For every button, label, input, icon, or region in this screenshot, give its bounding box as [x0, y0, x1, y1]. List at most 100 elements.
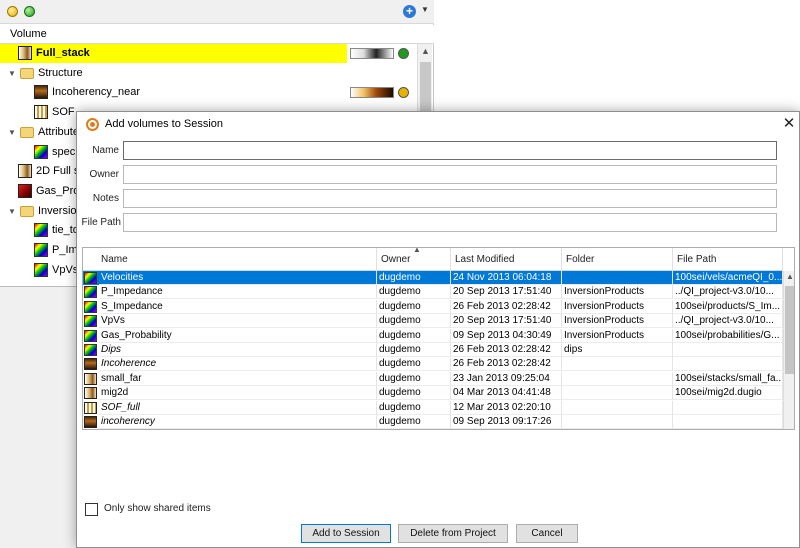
- table-row[interactable]: Gas_Probability dugdemo 09 Sep 2013 04:30:…: [83, 328, 783, 343]
- cell-name: P_Impedance: [99, 285, 377, 300]
- panel-toolbar: + ▼: [0, 0, 434, 24]
- cell-modified: 12 Mar 2013 02:20:10: [451, 400, 562, 415]
- cell-modified: 09 Sep 2013 04:30:49: [451, 328, 562, 343]
- chevron-down-icon[interactable]: ▼: [421, 5, 429, 14]
- expand-icon[interactable]: ▼: [8, 123, 16, 142]
- table-row[interactable]: S_Impedance dugdemo 26 Feb 2013 02:28:42 In…: [83, 299, 783, 314]
- tree-folder[interactable]: ▼ Structure: [0, 64, 418, 83]
- volume-stripe-icon: [34, 105, 48, 120]
- visibility-status-icon[interactable]: [398, 87, 409, 99]
- shared-only-label: Only show shared items: [104, 503, 211, 514]
- column-header[interactable]: File Path: [673, 248, 783, 271]
- tree-item[interactable]: Incoherency_near: [0, 83, 418, 102]
- table-row[interactable]: VpVs dugdemo 20 Sep 2013 17:51:40 Inversion…: [83, 314, 783, 329]
- scroll-thumb[interactable]: [785, 286, 794, 374]
- shared-only-checkbox[interactable]: [85, 503, 98, 516]
- volume-dark-icon: [34, 85, 48, 100]
- table-row[interactable]: Incoherence dugdemo 26 Feb 2013 02:28:42: [83, 357, 783, 372]
- owner-field[interactable]: [123, 165, 777, 184]
- volume-color-icon: [84, 315, 97, 328]
- table-row[interactable]: incoherency dugdemo 09 Sep 2013 09:17:26: [83, 415, 783, 429]
- column-header[interactable]: Owner: [377, 248, 451, 271]
- volume-color-icon: [84, 300, 97, 313]
- delete-from-project-button[interactable]: Delete from Project: [398, 524, 508, 543]
- cell-modified: 04 Mar 2013 04:41:48: [451, 386, 562, 401]
- cell-folder: [562, 415, 673, 429]
- table-row[interactable]: P_Impedance dugdemo 20 Sep 2013 17:51:40 In…: [83, 285, 783, 300]
- volume-stripe-icon: [84, 401, 97, 414]
- cell-name: SOF_full: [99, 400, 377, 415]
- table-row[interactable]: small_far dugdemo 23 Jan 2013 09:25:04 100s…: [83, 371, 783, 386]
- cell-modified: 23 Jan 2013 09:25:04: [451, 371, 562, 386]
- table-row[interactable]: mig2d dugdemo 04 Mar 2013 04:41:48 100sei/m…: [83, 386, 783, 401]
- tree-item-label: Structure: [38, 66, 83, 79]
- column-header[interactable]: Last Modified: [451, 248, 562, 271]
- tree-item-label: Incoherency_near: [52, 86, 141, 99]
- volumes-table: ▲ Name Owner Last Modified Folder File Path …: [82, 247, 795, 430]
- cell-path: 100sei/products/S_Im...: [673, 299, 783, 314]
- plus-circle-icon[interactable]: +: [403, 5, 416, 18]
- cell-modified: 20 Sep 2013 17:51:40: [451, 314, 562, 329]
- tree-item-label: VpVs: [52, 263, 79, 276]
- cell-folder: InversionProducts: [562, 328, 673, 343]
- table-row[interactable]: SOF_full dugdemo 12 Mar 2013 02:20:10: [83, 400, 783, 415]
- cell-modified: 26 Feb 2013 02:28:42: [451, 343, 562, 357]
- cell-owner: dugdemo: [377, 357, 451, 372]
- cell-name: small_far: [99, 371, 377, 386]
- cell-folder: [562, 386, 673, 401]
- green-status-icon[interactable]: [24, 6, 35, 17]
- cell-path: ../QI_project-v3.0/10...: [673, 285, 783, 300]
- scroll-up-icon[interactable]: ▲: [421, 46, 430, 56]
- volume-color-icon: [34, 223, 48, 238]
- scroll-up-icon[interactable]: ▲: [786, 272, 794, 281]
- colorbar-swatch[interactable]: [350, 87, 394, 99]
- expand-icon[interactable]: ▼: [8, 202, 16, 221]
- cell-path: 100sei/stacks/small_fa...: [673, 371, 783, 386]
- cell-owner: dugdemo: [377, 328, 451, 343]
- expand-icon[interactable]: ▼: [8, 64, 16, 83]
- filepath-label: File Path: [81, 217, 121, 228]
- cell-name: incoherency: [99, 415, 377, 429]
- volume-color-icon: [84, 286, 97, 299]
- tree-item[interactable]: Full_stack: [0, 44, 409, 63]
- close-icon[interactable]: ✕: [779, 112, 799, 136]
- cell-folder: [562, 371, 673, 386]
- cell-path: 100sei/vels/acmeQI_0...: [673, 271, 783, 285]
- add-to-session-button[interactable]: Add to Session: [301, 524, 391, 543]
- name-label: Name: [92, 145, 119, 156]
- dialog-titlebar: Add volumes to Session ✕: [77, 112, 799, 136]
- cell-path: 100sei/mig2d.dugio: [673, 386, 783, 401]
- tree-item-label: tie_to: [52, 224, 79, 237]
- name-field[interactable]: [123, 141, 777, 160]
- folder-icon: [20, 67, 34, 79]
- cell-modified: 24 Nov 2013 06:04:18: [451, 271, 562, 285]
- notes-field[interactable]: [123, 189, 777, 208]
- table-row[interactable]: Dips dugdemo 26 Feb 2013 02:28:42 dips: [83, 343, 783, 357]
- cancel-button[interactable]: Cancel: [516, 524, 578, 543]
- cell-name: Velocities: [99, 271, 377, 285]
- cell-modified: 09 Sep 2013 09:17:26: [451, 415, 562, 429]
- cell-owner: dugdemo: [377, 371, 451, 386]
- cell-owner: dugdemo: [377, 343, 451, 357]
- filepath-field[interactable]: [123, 213, 777, 232]
- volume-stack-icon: [84, 372, 97, 385]
- cell-owner: dugdemo: [377, 415, 451, 429]
- volume-color-icon: [84, 344, 97, 356]
- owner-label: Owner: [89, 169, 119, 180]
- visibility-status-icon[interactable]: [398, 48, 409, 59]
- cell-path: [673, 415, 783, 429]
- cell-folder: [562, 357, 673, 372]
- cell-name: Gas_Probability: [99, 328, 377, 343]
- cell-name: S_Impedance: [99, 299, 377, 314]
- table-scrollbar[interactable]: ▲: [783, 271, 794, 429]
- column-header[interactable]: Name: [83, 248, 377, 271]
- cell-path: [673, 400, 783, 415]
- yellow-status-icon[interactable]: [7, 6, 18, 17]
- volume-color-icon: [34, 243, 48, 257]
- tree-item-label: SOF: [52, 106, 75, 119]
- volume-stack-icon: [84, 387, 97, 400]
- table-row[interactable]: Velocities dugdemo 24 Nov 2013 06:04:18 100…: [83, 271, 783, 285]
- colorbar-swatch[interactable]: [350, 48, 394, 59]
- column-header[interactable]: Folder: [562, 248, 673, 271]
- cell-name: VpVs: [99, 314, 377, 329]
